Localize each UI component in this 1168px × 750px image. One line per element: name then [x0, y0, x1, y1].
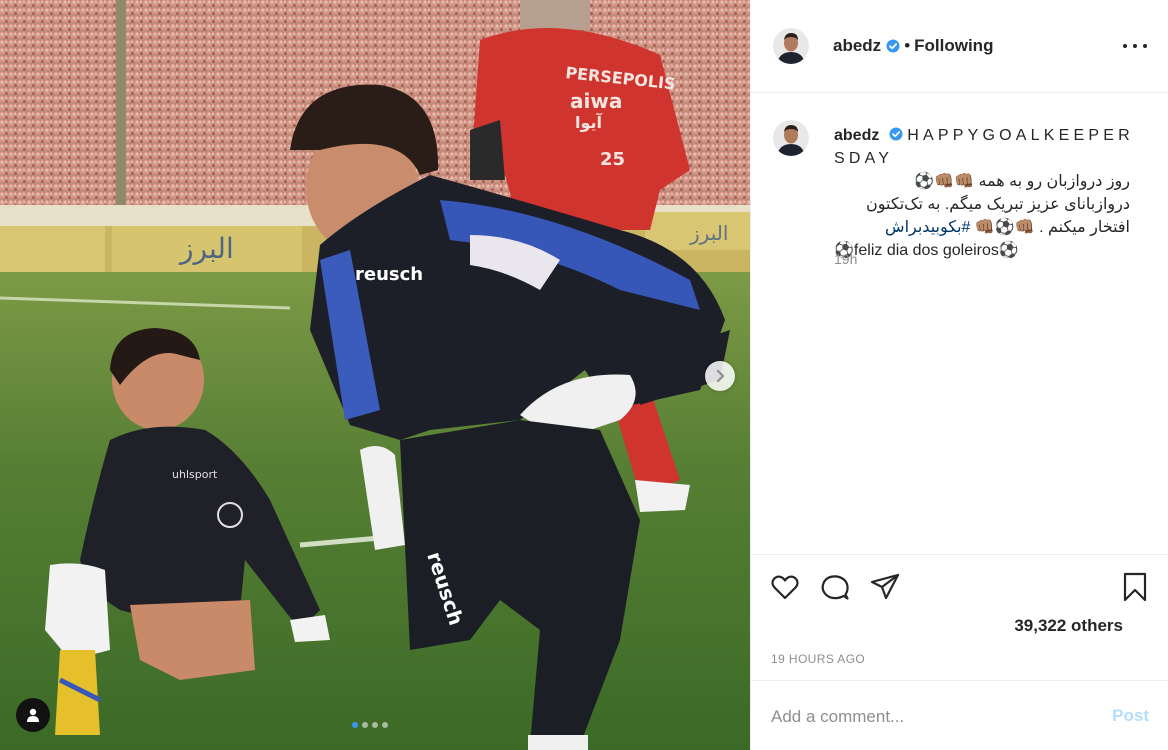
following-button[interactable]: Following	[914, 36, 993, 56]
post-timestamp[interactable]: 19 HOURS AGO	[771, 652, 865, 666]
more-options-button[interactable]	[1123, 36, 1147, 56]
caption-persian-line1: روز دروازبان رو به همه	[978, 173, 1130, 190]
svg-text:uhlsport: uhlsport	[172, 468, 218, 481]
comments-section: abedz HAPPYGOALKEEPERSDAY روز دروازبان ر…	[751, 94, 1168, 554]
svg-text:آیوا: آیوا	[575, 112, 603, 132]
caption-persian-line2: دروازبانای عزیز تبریک میگم. به تک‌تکتون	[866, 196, 1130, 213]
caption-emoji-group1: 👊🏽👊🏽⚽	[914, 173, 974, 190]
comment-input[interactable]	[771, 703, 1071, 731]
verified-badge-icon	[889, 127, 903, 141]
share-icon[interactable]	[869, 571, 901, 603]
next-photo-button[interactable]	[705, 361, 735, 391]
post-photo[interactable]: البرز البرز PERSEPOLIS aiwa آیوا 25 reus…	[0, 0, 750, 750]
avatar[interactable]	[773, 120, 809, 156]
likes-count[interactable]: 39,322 others	[1014, 616, 1123, 636]
caption-age[interactable]: 19h	[834, 251, 857, 267]
profile-picture	[773, 28, 809, 64]
avatar[interactable]	[773, 28, 809, 64]
more-horizontal-icon	[1123, 44, 1127, 48]
header-separator: •	[904, 36, 911, 55]
caption-emoji-group2: 👊🏽⚽👊🏽	[974, 219, 1035, 236]
post-header: abedz • Following	[751, 0, 1168, 93]
add-comment-form: Post	[751, 680, 1168, 750]
post-comment-button[interactable]: Post	[1112, 706, 1149, 726]
caption-username[interactable]: abedz	[834, 127, 879, 144]
post-author-username[interactable]: abedz	[833, 36, 881, 56]
tagged-users-button[interactable]	[16, 698, 50, 732]
carousel-dot	[372, 722, 378, 728]
svg-text:البرز: البرز	[178, 232, 234, 265]
carousel-dot	[382, 722, 388, 728]
bookmark-icon[interactable]	[1119, 571, 1151, 603]
heart-icon[interactable]	[769, 571, 801, 603]
user-tag-icon	[27, 708, 39, 722]
chevron-right-icon	[716, 369, 725, 383]
caption-portuguese-text: ⚽feliz dia dos goleiros⚽	[834, 242, 1019, 259]
post-caption: abedz HAPPYGOALKEEPERSDAY روز دروازبان ر…	[834, 124, 1134, 262]
svg-text:البرز: البرز	[689, 221, 728, 245]
carousel-dot	[362, 722, 368, 728]
post-actions: 39,322 others 19 HOURS AGO	[751, 554, 1168, 680]
hashtag-link[interactable]: #بکوبیدبراش	[885, 219, 970, 236]
carousel-dot	[352, 722, 358, 728]
caption-persian-line3: افتخار میکنم .	[1039, 219, 1130, 236]
profile-picture	[773, 120, 809, 156]
caption-english-text: HAPPYGOALKEEPERSDAY	[834, 127, 1134, 167]
post-details-panel: abedz • Following abedz HAPPYGOALKEEPERS…	[750, 0, 1168, 750]
carousel-indicator	[352, 722, 388, 728]
svg-text:aiwa: aiwa	[570, 89, 622, 113]
svg-text:25: 25	[600, 149, 625, 170]
svg-text:reusch: reusch	[355, 264, 423, 285]
caption-persian-text: روز دروازبان رو به همه 👊🏽👊🏽⚽ دروازبانای …	[834, 170, 1130, 239]
verified-badge-icon	[886, 39, 900, 53]
goalkeepers-photo: البرز البرز PERSEPOLIS aiwa آیوا 25 reus…	[0, 0, 750, 750]
comment-icon[interactable]	[819, 571, 851, 603]
